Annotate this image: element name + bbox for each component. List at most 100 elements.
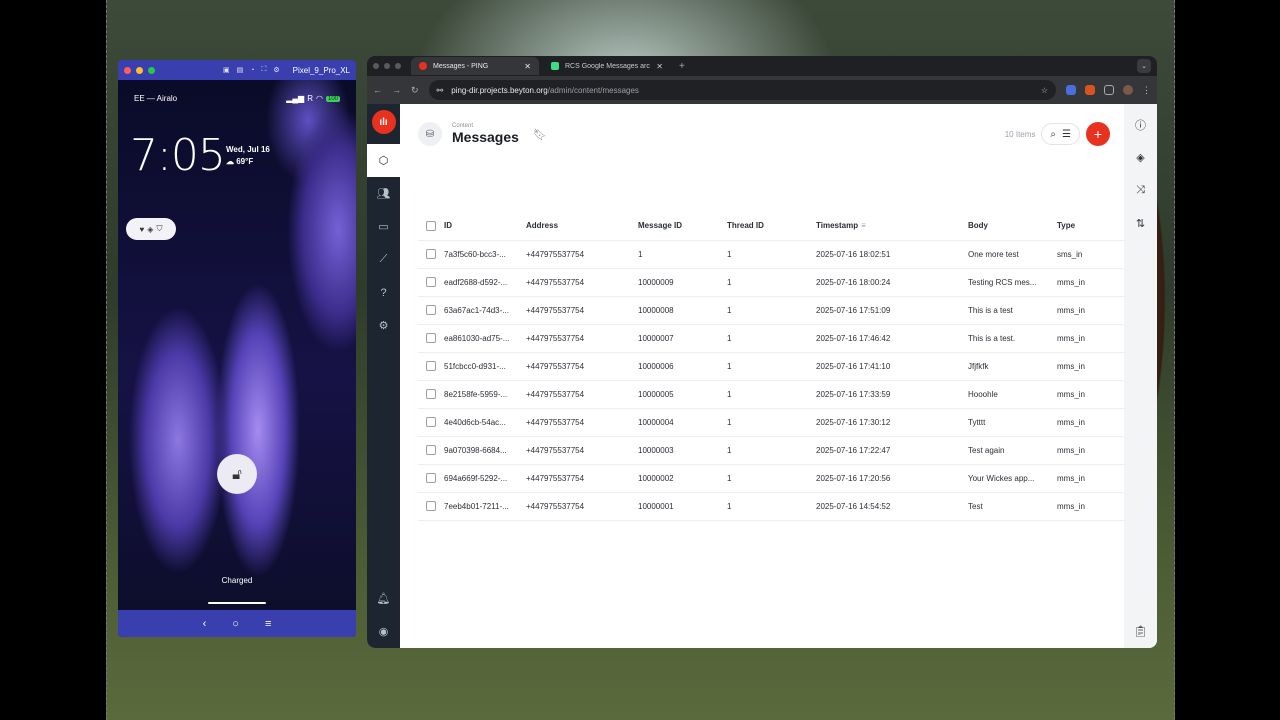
tab-messages[interactable]: Messages - PING ✕ [411, 57, 539, 75]
notifications-bell-icon[interactable]: 🔔︎ [367, 582, 400, 615]
row-checkbox[interactable] [426, 417, 436, 427]
profile-avatar[interactable] [1123, 85, 1133, 95]
column-header-body[interactable]: Body [960, 212, 1049, 241]
info-icon[interactable]: ⓘ [1124, 108, 1157, 141]
row-checkbox[interactable] [426, 361, 436, 371]
column-header-type[interactable]: Type [1049, 212, 1125, 241]
column-header-message-id[interactable]: Message ID [630, 212, 719, 241]
gear-icon[interactable]: ⚙ [273, 66, 279, 74]
ping-logo[interactable]: ılı [371, 110, 396, 134]
minimize-window-button[interactable] [384, 63, 390, 69]
lock-screen[interactable]: EE — Airalo ▂▄▆ R ◠ 100 7:05 Wed, Jul 16… [118, 80, 356, 637]
row-checkbox[interactable] [426, 305, 436, 315]
cell-address: +447975537754 [518, 464, 630, 493]
sidebar-rail: ⓘ ◈ ⤨ ⇅ 📋︎ [1124, 104, 1157, 648]
cell-type: mms_in [1049, 296, 1125, 325]
filter-icon[interactable]: ☰ [1062, 129, 1071, 140]
url-host: ping-dir.projects.beyton.org [451, 85, 548, 95]
bookmark-star-icon[interactable]: ☆ [1041, 86, 1048, 95]
emulator-titlebar[interactable]: ▣ ▤ ◔ ⛶ ⚙ Pixel_9_Pro_XL [118, 60, 356, 80]
help-module-icon[interactable]: ? [367, 276, 400, 309]
diamond-icon: ◈ [147, 224, 154, 234]
cell-message-id: 1 [630, 240, 719, 269]
row-checkbox[interactable] [426, 473, 436, 483]
files-module-icon[interactable]: ▭ [367, 210, 400, 243]
close-window-button[interactable] [373, 63, 379, 69]
bookmark-icon[interactable]: 🔖︎ [533, 128, 547, 141]
clipboard-icon[interactable]: 📋︎ [1124, 615, 1157, 648]
cell-id: 7a3f5c60-bcc3-... [436, 240, 518, 269]
import-export-icon[interactable]: ⇅ [1124, 207, 1157, 240]
cell-message-id: 10000005 [630, 380, 719, 409]
back-arrow-icon[interactable]: ← [373, 85, 382, 95]
android-emulator-window[interactable]: ▣ ▤ ◔ ⛶ ⚙ Pixel_9_Pro_XL EE — Airalo ▂▄▆… [118, 60, 356, 637]
row-checkbox[interactable] [426, 277, 436, 287]
table-row[interactable]: 4e40d6cb-54ac... +447975537754 10000004 1 20… [418, 408, 1125, 437]
cell-message-id: 10000007 [630, 324, 719, 353]
content-module-icon[interactable]: ⬡ [367, 144, 400, 177]
sort-descending-icon[interactable]: ≡ [861, 221, 866, 230]
row-checkbox[interactable] [426, 333, 436, 343]
video-icon[interactable]: ▤ [237, 66, 244, 74]
overview-button[interactable]: ≡ [265, 618, 271, 630]
close-window-button[interactable] [124, 66, 131, 74]
site-info-icon[interactable]: ⚯ [437, 86, 444, 95]
column-header-timestamp[interactable]: Timestamp ≡ [808, 212, 960, 241]
table-row[interactable]: ea861030-ad75-... +447975537754 10000007 1 2… [418, 324, 1125, 353]
table-row[interactable]: 8e2158fe-5959-... +447975537754 10000005 1 2… [418, 380, 1125, 409]
add-item-button[interactable]: + [1086, 122, 1110, 146]
gesture-handle[interactable] [208, 602, 266, 604]
cell-timestamp: 2025-07-16 17:33:59 [808, 380, 960, 409]
flow-icon[interactable]: ⤨ [1124, 174, 1157, 207]
extension-icon[interactable] [1085, 85, 1095, 95]
minimize-window-button[interactable] [136, 66, 143, 74]
search-icon[interactable]: ⌕ [1050, 129, 1056, 140]
search-filter-group[interactable]: ⌕ ☰ [1041, 123, 1080, 145]
extensions-area: ⋮ [1066, 85, 1151, 95]
headset-icon[interactable]: ◔ [250, 67, 254, 74]
column-header-address[interactable]: Address [518, 212, 630, 241]
lock-date: Wed, Jul 16 [226, 145, 270, 154]
layers-icon[interactable]: ◈ [1124, 141, 1157, 174]
table-row[interactable]: 9a070398-6684... +447975537754 10000003 1 20… [418, 436, 1125, 465]
new-tab-button[interactable]: + [679, 61, 685, 72]
unlock-button[interactable]: 🔓︎ [217, 454, 257, 494]
cell-body: Test again [960, 436, 1049, 465]
extension-icon[interactable] [1066, 85, 1076, 95]
resize-icon[interactable]: ⛶ [261, 66, 266, 74]
column-header-thread-id[interactable]: Thread ID [719, 212, 808, 241]
close-tab-icon[interactable]: ✕ [524, 62, 531, 71]
back-button[interactable]: ‹ [203, 618, 207, 630]
cell-type: mms_in [1049, 492, 1125, 521]
camera-icon[interactable]: ▣ [223, 66, 230, 74]
home-button[interactable]: ○ [232, 618, 239, 630]
menu-kebab-icon[interactable]: ⋮ [1142, 85, 1151, 95]
tab-search-button[interactable]: ⌄ [1137, 59, 1151, 73]
tab-rcs-archive[interactable]: RCS Google Messages archi ✕ [543, 57, 671, 75]
reload-icon[interactable]: ↻ [411, 85, 419, 96]
settings-gear-icon[interactable]: ⚙ [367, 309, 400, 342]
close-tab-icon[interactable]: ✕ [656, 62, 663, 71]
address-bar[interactable]: ⚯ ping-dir.projects.beyton.org/admin/con… [428, 80, 1056, 100]
row-checkbox[interactable] [426, 501, 436, 511]
forward-arrow-icon[interactable]: → [392, 85, 401, 95]
insights-module-icon[interactable]: ⟋ [367, 243, 400, 276]
user-account-icon[interactable]: ◉ [367, 615, 400, 648]
table-row[interactable]: 7a3f5c60-bcc3-... +447975537754 1 1 2025-07-… [418, 240, 1125, 269]
cell-type: mms_in [1049, 324, 1125, 353]
row-checkbox[interactable] [426, 389, 436, 399]
row-checkbox[interactable] [426, 249, 436, 259]
puzzle-icon[interactable] [1104, 85, 1114, 95]
users-module-icon[interactable]: 👥︎ [367, 177, 400, 210]
row-checkbox[interactable] [426, 445, 436, 455]
table-row[interactable]: 7eeb4b01-7211-... +447975537754 10000001 1 2… [418, 492, 1125, 521]
table-row[interactable]: 51fcbcc0-d931-... +447975537754 10000006 1 2… [418, 352, 1125, 381]
maximize-window-button[interactable] [148, 66, 155, 74]
notification-chip[interactable]: ♥ ◈ ⛉ [126, 218, 176, 240]
table-row[interactable]: eadf2688-d592-... +447975537754 10000009 1 2… [418, 268, 1125, 297]
maximize-window-button[interactable] [395, 63, 401, 69]
column-header-id[interactable]: ID [436, 212, 518, 241]
table-row[interactable]: 63a67ac1-74d3-... +447975537754 10000008 1 2… [418, 296, 1125, 325]
select-all-checkbox[interactable] [426, 220, 436, 231]
table-row[interactable]: 694a669f-5292-... +447975537754 10000002 1 2… [418, 464, 1125, 493]
